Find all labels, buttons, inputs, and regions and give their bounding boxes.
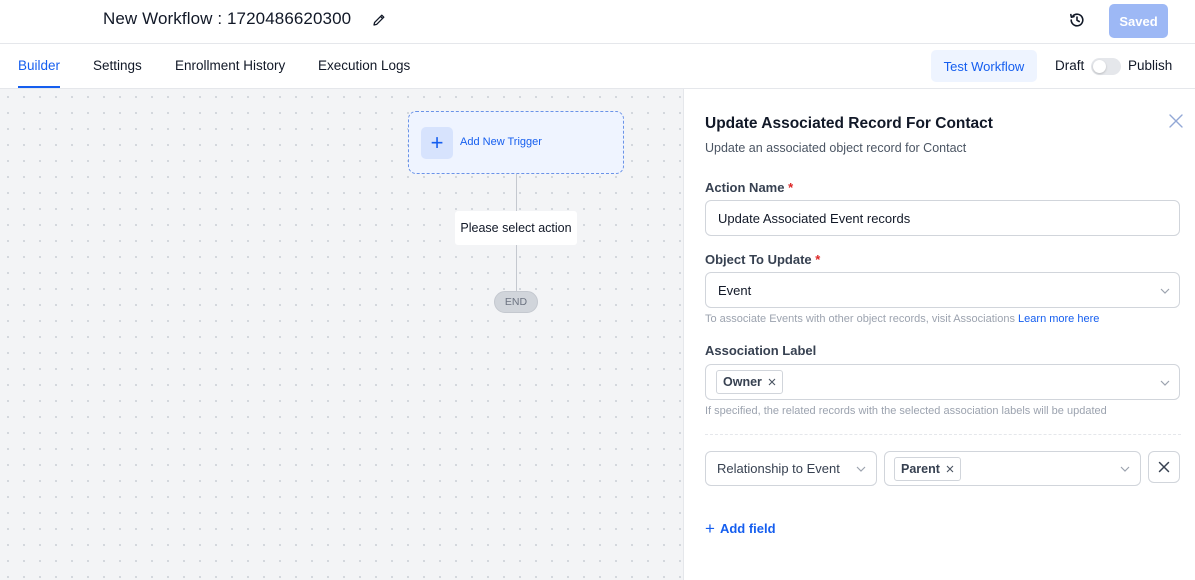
object-to-update-select[interactable]: Event xyxy=(705,272,1180,308)
association-hint: If specified, the related records with t… xyxy=(705,405,1107,417)
action-config-panel: Update Associated Record For Contact Upd… xyxy=(683,89,1195,580)
add-trigger-label: Add New Trigger xyxy=(460,136,542,148)
pencil-icon[interactable] xyxy=(371,12,387,28)
chevron-down-icon xyxy=(1120,466,1130,472)
active-tab-indicator xyxy=(18,86,60,88)
connector-line xyxy=(516,174,517,211)
top-header: New Workflow : 1720486620300 Saved xyxy=(0,0,1195,44)
object-to-update-label: Object To Update * xyxy=(705,252,821,267)
close-icon[interactable] xyxy=(1168,113,1184,129)
tab-execution-logs[interactable]: Execution Logs xyxy=(318,58,410,73)
action-name-input[interactable]: Update Associated Event records xyxy=(705,200,1180,236)
publish-toggle[interactable] xyxy=(1091,58,1121,75)
object-hint: To associate Events with other object re… xyxy=(705,313,1100,325)
panel-subtitle: Update an associated object record for C… xyxy=(705,141,967,155)
section-divider xyxy=(705,434,1181,435)
tab-bar: Builder Settings Enrollment History Exec… xyxy=(0,44,1195,89)
connector-line xyxy=(516,245,517,291)
history-icon[interactable] xyxy=(1068,11,1086,29)
panel-title: Update Associated Record For Contact xyxy=(705,115,993,132)
object-value: Event xyxy=(718,282,752,298)
test-workflow-button[interactable]: Test Workflow xyxy=(931,50,1037,82)
association-label-label: Association Label xyxy=(705,343,817,358)
draft-label: Draft xyxy=(1055,58,1085,73)
toggle-knob xyxy=(1093,60,1106,73)
saved-button[interactable]: Saved xyxy=(1109,4,1168,38)
learn-more-link[interactable]: Learn more here xyxy=(1018,313,1099,325)
workflow-canvas[interactable]: + Add New Trigger Please select action E… xyxy=(0,89,683,580)
relationship-value-select[interactable]: Parent xyxy=(884,451,1141,486)
chip-label: Owner xyxy=(723,375,762,389)
add-field-button[interactable]: + Add field xyxy=(705,520,776,537)
end-node: END xyxy=(494,291,538,313)
action-name-label: Action Name * xyxy=(705,180,794,195)
association-label-select[interactable]: Owner xyxy=(705,364,1180,400)
chevron-down-icon xyxy=(856,466,866,472)
remove-field-button[interactable] xyxy=(1148,451,1180,483)
chevron-down-icon xyxy=(1160,380,1170,386)
publish-label: Publish xyxy=(1128,58,1173,73)
remove-chip-icon[interactable] xyxy=(768,378,776,386)
required-marker: * xyxy=(788,180,794,195)
select-action-node[interactable]: Please select action xyxy=(455,211,577,245)
add-field-label: Add field xyxy=(719,521,776,536)
tab-builder[interactable]: Builder xyxy=(18,58,60,73)
parent-chip: Parent xyxy=(894,456,961,481)
chevron-down-icon xyxy=(1160,288,1170,294)
owner-chip: Owner xyxy=(716,370,783,394)
required-marker: * xyxy=(815,252,821,267)
relationship-field-select[interactable]: Relationship to Event xyxy=(705,451,877,486)
chip-label: Parent xyxy=(901,461,940,476)
remove-chip-icon[interactable] xyxy=(946,465,954,473)
workflow-title: New Workflow : 1720486620300 xyxy=(103,9,352,28)
close-icon xyxy=(1158,461,1170,473)
plus-icon: + xyxy=(705,519,715,538)
plus-icon: + xyxy=(421,127,453,159)
tab-settings[interactable]: Settings xyxy=(93,58,142,73)
relationship-value: Relationship to Event xyxy=(717,461,840,476)
add-trigger-node[interactable]: + Add New Trigger xyxy=(408,111,624,174)
tab-enrollment-history[interactable]: Enrollment History xyxy=(175,58,285,73)
